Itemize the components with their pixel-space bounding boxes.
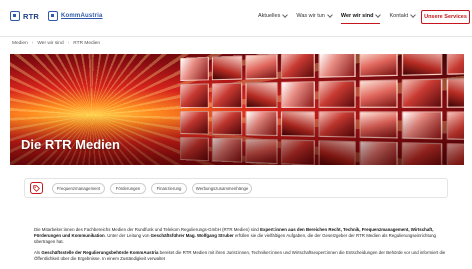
- nav-item-label: Kontakt: [389, 13, 409, 19]
- chevron-down-icon: [375, 12, 382, 18]
- chevron-down-icon: [410, 12, 416, 18]
- breadcrumb: Medien › Wer wir sind › RTR Medien: [12, 41, 100, 46]
- nav-item-aktuelles[interactable]: Aktuelles: [258, 12, 289, 19]
- intro-text: Die Mitarbeiter:innen des Fachbereichs M…: [34, 227, 454, 267]
- tag-foerderungen[interactable]: Förderungen: [110, 183, 146, 194]
- breadcrumb-separator-icon: ›: [67, 41, 70, 46]
- rtr-logo-icon: [10, 11, 20, 21]
- tag-icon: [33, 184, 40, 192]
- site-header: RTR KommAustria Aktuelles Was wir tun We…: [0, 0, 472, 37]
- breadcrumb-item-current: RTR Medien: [73, 41, 101, 46]
- kommaustria-logo-icon: [48, 11, 58, 21]
- tag-frequenzmanagement[interactable]: Frequenzmanagement: [52, 183, 105, 194]
- page-title: Die RTR Medien: [21, 137, 120, 152]
- rtr-logo-text: RTR: [23, 11, 40, 21]
- unsere-services-button[interactable]: Unsere Services: [421, 10, 470, 24]
- breadcrumb-separator-icon: ›: [31, 41, 34, 46]
- nav-item-label: Wer wir sind: [340, 13, 374, 19]
- nav-item-kontakt[interactable]: Kontakt: [389, 12, 416, 19]
- nav-item-label: Was wir tun: [296, 13, 325, 19]
- tag-werbungszusammenhaenge[interactable]: Werbungszusammenhänge: [192, 183, 252, 194]
- tag-list: Frequenzmanagement Förderungen Finanzier…: [52, 183, 252, 194]
- kommaustria-logo-text: KommAustria: [61, 13, 103, 19]
- tag-finanzierung[interactable]: Finanzierung: [151, 183, 187, 194]
- nav-item-wer-wir-sind[interactable]: Wer wir sind: [340, 12, 382, 24]
- main-nav: Aktuelles Was wir tun Wer wir sind Konta…: [258, 12, 416, 24]
- intro-paragraph-1: Die Mitarbeiter:innen des Fachbereichs M…: [34, 227, 437, 244]
- chevron-down-icon: [327, 12, 333, 18]
- breadcrumb-item-medien[interactable]: Medien: [12, 41, 28, 46]
- tag-bar: Frequenzmanagement Förderungen Finanzier…: [24, 178, 448, 198]
- chevron-down-icon: [282, 12, 289, 18]
- nav-item-was-wir-tun[interactable]: Was wir tun: [296, 12, 333, 19]
- kommaustria-logo[interactable]: KommAustria: [48, 11, 103, 21]
- nav-item-label: Aktuelles: [258, 13, 281, 19]
- tag-filter-button[interactable]: [30, 182, 43, 194]
- breadcrumb-item-wer-wir-sind[interactable]: Wer wir sind: [37, 41, 63, 46]
- intro-paragraph-2: Als Geschäftsstelle der Regulierungsbehö…: [34, 249, 446, 261]
- rtr-logo[interactable]: RTR: [10, 11, 39, 21]
